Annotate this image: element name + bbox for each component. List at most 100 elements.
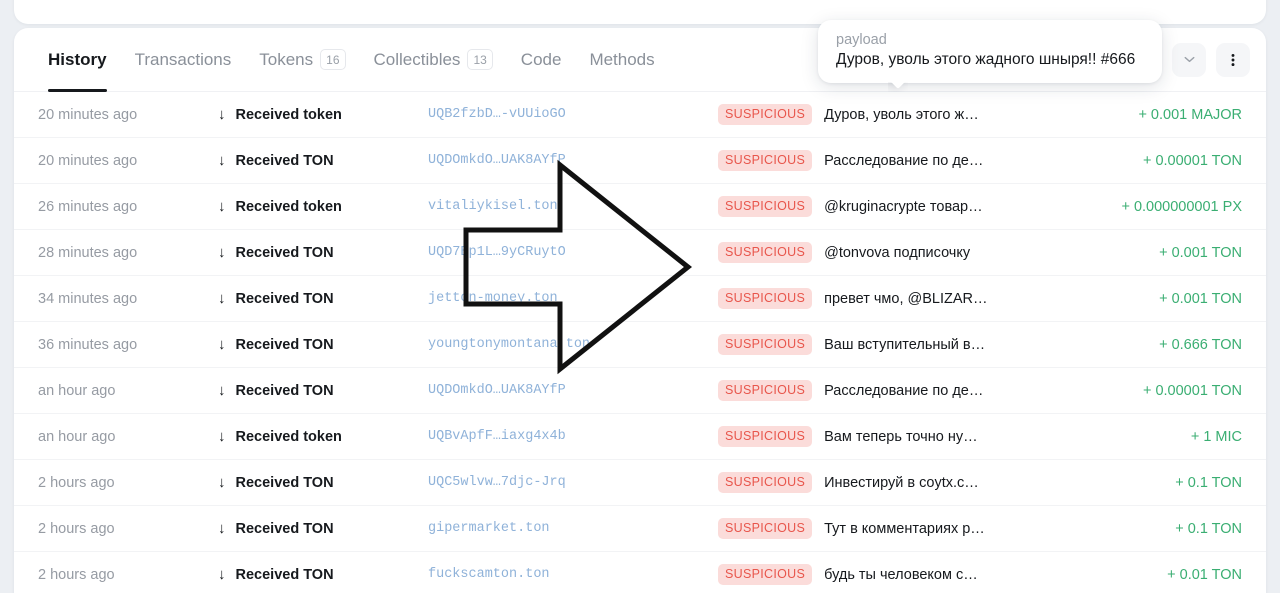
row-amount: + 0.1 TON <box>1175 520 1242 537</box>
arrow-down-icon: ↓ <box>218 198 226 215</box>
tab-collectibles[interactable]: Collectibles 13 <box>360 28 507 92</box>
tab-label: History <box>48 49 107 69</box>
row-comment[interactable]: Расследование по де… <box>824 383 983 399</box>
table-row[interactable]: 2 hours ago ↓ Received TON UQC5wlvw…7djc-Jr… <box>14 460 1266 506</box>
row-address-link[interactable]: UQDOmkdO…UAK8AYfP <box>428 383 718 398</box>
row-timestamp: 26 minutes ago <box>38 198 138 215</box>
tab-bar-actions <box>1172 42 1250 77</box>
row-meta: SUSPICIOUS Дуров, уволь этого ж… <box>718 104 1027 125</box>
row-action: ↓ Received TON <box>218 475 428 491</box>
row-address-link[interactable]: gipermarket.ton <box>428 521 718 536</box>
tooltip-pointer <box>888 82 908 92</box>
row-timestamp: 28 minutes ago <box>38 244 138 261</box>
row-amount: + 0.000000001 PX <box>1121 198 1242 215</box>
table-row[interactable]: 36 minutes ago ↓ Received TON youngtonymont… <box>14 322 1266 368</box>
row-action: ↓ Received TON <box>218 291 428 307</box>
arrow-down-icon: ↓ <box>218 428 226 445</box>
row-meta: SUSPICIOUS Расследование по де… <box>718 150 1027 171</box>
row-comment[interactable]: будь ты человеком с… <box>824 567 978 583</box>
row-action-label: Received TON <box>235 336 334 353</box>
table-row[interactable]: 20 minutes ago ↓ Received TON UQDOmkdO…UAK8… <box>14 138 1266 184</box>
arrow-down-icon: ↓ <box>218 566 226 583</box>
arrow-down-icon: ↓ <box>218 290 226 307</box>
row-comment[interactable]: Ваш вступительный в… <box>824 337 985 353</box>
row-amount: + 0.666 TON <box>1159 336 1242 353</box>
tab-tokens[interactable]: Tokens 16 <box>245 28 359 92</box>
row-address-link[interactable]: fuckscamton.ton <box>428 567 718 582</box>
row-action-label: Received TON <box>235 244 334 261</box>
tab-methods[interactable]: Methods <box>575 28 668 92</box>
tab-history[interactable]: History <box>38 28 121 92</box>
row-action-label: Received TON <box>235 152 334 169</box>
row-timestamp: 2 hours ago <box>38 474 115 491</box>
row-meta: SUSPICIOUS Вам теперь точно ну… <box>718 426 1027 447</box>
table-row[interactable]: 26 minutes ago ↓ Received token vitaliykise… <box>14 184 1266 230</box>
row-amount: + 0.1 TON <box>1175 474 1242 491</box>
chevron-down-icon <box>1182 52 1197 67</box>
tab-label: Tokens <box>259 49 314 69</box>
tab-code[interactable]: Code <box>507 28 576 92</box>
status-badge: SUSPICIOUS <box>718 334 813 355</box>
row-action-label: Received TON <box>235 520 334 537</box>
row-timestamp: an hour ago <box>38 428 116 445</box>
row-action-label: Received TON <box>235 474 334 491</box>
history-card: History Transactions Tokens 16 Collectibles 1… <box>14 28 1266 593</box>
arrow-down-icon: ↓ <box>218 382 226 399</box>
row-action: ↓ Received TON <box>218 337 428 353</box>
row-timestamp: 20 minutes ago <box>38 152 138 169</box>
more-options-button[interactable] <box>1216 42 1250 77</box>
status-badge: SUSPICIOUS <box>718 472 813 493</box>
status-badge: SUSPICIOUS <box>718 104 813 125</box>
table-row[interactable]: 20 minutes ago ↓ Received token UQB2fzbD…-v… <box>14 92 1266 138</box>
payload-tooltip: payload Дуров, уволь этого жадного шныря… <box>818 20 1162 83</box>
row-amount: + 0.01 TON <box>1167 566 1242 583</box>
row-comment[interactable]: Расследование по де… <box>824 153 983 169</box>
row-action-label: Received token <box>235 198 342 215</box>
row-amount: + 0.001 TON <box>1159 244 1242 261</box>
row-action-label: Received TON <box>235 566 334 583</box>
row-action: ↓ Received TON <box>218 521 428 537</box>
table-row[interactable]: 2 hours ago ↓ Received TON fuckscamton.ton S… <box>14 552 1266 593</box>
row-comment[interactable]: превет чмо, @BLIZAR… <box>824 291 987 307</box>
arrow-down-icon: ↓ <box>218 336 226 353</box>
row-comment[interactable]: Тут в комментариях р… <box>824 521 985 537</box>
row-amount: + 1 MIC <box>1190 428 1242 445</box>
row-comment[interactable]: Дуров, уволь этого ж… <box>824 107 979 123</box>
row-action: ↓ Received TON <box>218 383 428 399</box>
row-address-link[interactable]: youngtonymontana.ton <box>428 337 718 352</box>
tab-label: Methods <box>589 49 655 69</box>
status-badge: SUSPICIOUS <box>718 150 813 171</box>
row-address-link[interactable]: UQB2fzbD…-vUUioGO <box>428 107 718 122</box>
row-action: ↓ Received token <box>218 107 428 123</box>
tab-label: Transactions <box>134 49 232 69</box>
collapse-button[interactable] <box>1172 42 1206 77</box>
row-comment[interactable]: Инвестируй в coytx.c… <box>824 475 979 491</box>
table-row[interactable]: 28 minutes ago ↓ Received TON UQD7Bp1L…9yCR… <box>14 230 1266 276</box>
status-badge: SUSPICIOUS <box>718 518 813 539</box>
row-address-link[interactable]: UQD7Bp1L…9yCRuytO <box>428 245 718 260</box>
row-address-link[interactable]: jetton-money.ton <box>428 291 718 306</box>
row-address-link[interactable]: UQDOmkdO…UAK8AYfP <box>428 153 718 168</box>
tabs-container: History Transactions Tokens 16 Collectibles 1… <box>38 28 669 92</box>
table-row[interactable]: 34 minutes ago ↓ Received TON jetton-money.… <box>14 276 1266 322</box>
row-timestamp: 2 hours ago <box>38 566 115 583</box>
tab-transactions[interactable]: Transactions <box>121 28 246 92</box>
row-action-label: Received token <box>235 106 342 123</box>
row-action: ↓ Received token <box>218 429 428 445</box>
row-amount: + 0.00001 TON <box>1142 152 1242 169</box>
row-address-link[interactable]: vitaliykisel.ton <box>428 199 718 214</box>
screen-root: History Transactions Tokens 16 Collectibles 1… <box>0 0 1280 593</box>
table-row[interactable]: an hour ago ↓ Received token UQBvApfF…iaxg4… <box>14 414 1266 460</box>
table-row[interactable]: an hour ago ↓ Received TON UQDOmkdO…UAK8AYf… <box>14 368 1266 414</box>
row-comment[interactable]: @kruginacrypte товар… <box>824 199 983 215</box>
row-address-link[interactable]: UQC5wlvw…7djc-Jrq <box>428 475 718 490</box>
table-row[interactable]: 2 hours ago ↓ Received TON gipermarket.ton S… <box>14 506 1266 552</box>
row-amount: + 0.001 TON <box>1159 290 1242 307</box>
row-meta: SUSPICIOUS Тут в комментариях р… <box>718 518 1027 539</box>
row-comment[interactable]: @tonvova подписочку <box>824 245 970 261</box>
row-timestamp: 2 hours ago <box>38 520 115 537</box>
row-meta: SUSPICIOUS будь ты человеком с… <box>718 564 1027 585</box>
row-comment[interactable]: Вам теперь точно ну… <box>824 429 977 445</box>
tab-count-badge: 13 <box>467 49 493 70</box>
row-address-link[interactable]: UQBvApfF…iaxg4x4b <box>428 429 718 444</box>
